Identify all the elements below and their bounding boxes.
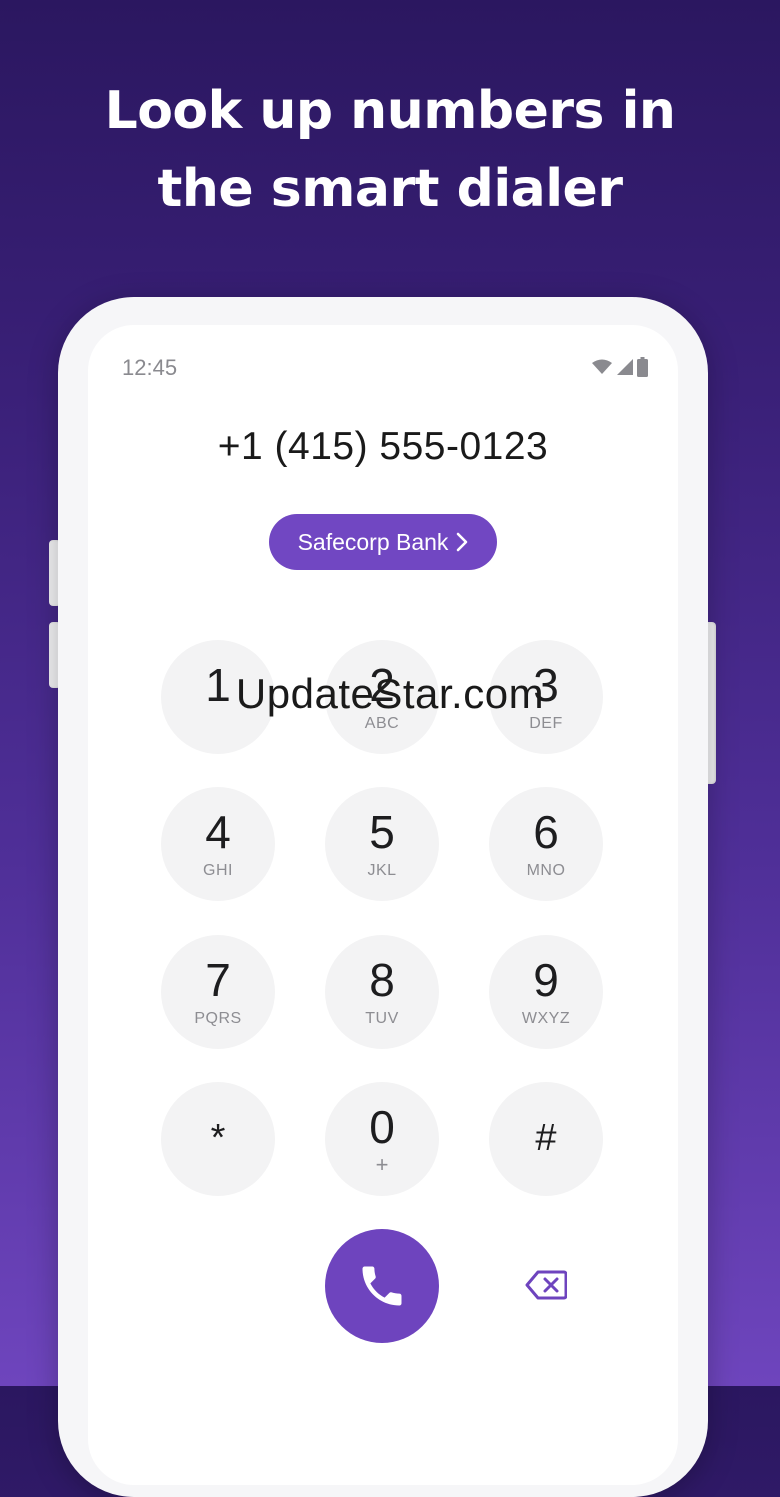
- key-letters: WXYZ: [521, 1010, 571, 1027]
- key-digit: 5: [369, 806, 395, 858]
- headline: Look up numbers in the smart dialer: [0, 72, 780, 228]
- key-5[interactable]: 5 JKL: [325, 787, 439, 901]
- key-digit: 3: [533, 659, 559, 711]
- key-symbol: *: [210, 1117, 226, 1159]
- key-letters: PQRS: [194, 1010, 242, 1027]
- headline-line-1: Look up numbers in: [104, 81, 676, 141]
- backspace-icon: [525, 1270, 567, 1300]
- backspace-button[interactable]: [522, 1265, 570, 1305]
- dialed-number: +1 (415) 555-0123: [217, 425, 549, 468]
- key-letters: TUV: [365, 1010, 399, 1027]
- phone-screen: 12:45 +1 (415) 555-0123 Safecorp Bank 1: [88, 325, 678, 1485]
- key-8[interactable]: 8 TUV: [325, 935, 439, 1049]
- key-digit: 9: [533, 954, 559, 1006]
- phone-frame: 12:45 +1 (415) 555-0123 Safecorp Bank 1: [58, 297, 708, 1497]
- wifi-icon: [592, 359, 612, 374]
- key-digit: 4: [205, 806, 231, 858]
- key-digit: 0: [369, 1101, 395, 1153]
- key-digit: 1: [205, 659, 231, 711]
- key-letters: DEF: [529, 715, 563, 732]
- status-icons: [591, 357, 648, 377]
- chevron-right-icon: [457, 532, 468, 552]
- key-digit: 7: [205, 954, 231, 1006]
- status-time: 12:45: [122, 355, 178, 380]
- call-button[interactable]: [325, 1229, 439, 1343]
- key-plus: +: [375, 1152, 389, 1177]
- signal-icon: [617, 359, 633, 375]
- key-letters: JKL: [367, 862, 397, 879]
- key-7[interactable]: 7 PQRS: [161, 935, 275, 1049]
- phone-icon: [362, 1266, 402, 1306]
- key-letters: MNO: [526, 862, 566, 879]
- key-letters: GHI: [203, 862, 233, 879]
- key-digit: 8: [369, 954, 395, 1006]
- key-letters: ABC: [364, 715, 400, 732]
- key-0[interactable]: 0 +: [325, 1082, 439, 1196]
- key-1[interactable]: 1: [161, 640, 275, 754]
- caller-id-button[interactable]: Safecorp Bank: [269, 514, 497, 570]
- key-6[interactable]: 6 MNO: [489, 787, 603, 901]
- key-hash[interactable]: #: [489, 1082, 603, 1196]
- key-star[interactable]: *: [161, 1082, 275, 1196]
- caller-id-label: Safecorp Bank: [297, 528, 449, 555]
- key-symbol: #: [535, 1117, 557, 1159]
- key-digit: 6: [533, 806, 559, 858]
- key-digit: 2: [369, 659, 395, 711]
- key-9[interactable]: 9 WXYZ: [489, 935, 603, 1049]
- key-4[interactable]: 4 GHI: [161, 787, 275, 901]
- battery-icon: [637, 357, 648, 377]
- headline-line-2: the smart dialer: [157, 159, 623, 219]
- key-2[interactable]: 2 ABC: [325, 640, 439, 754]
- key-3[interactable]: 3 DEF: [489, 640, 603, 754]
